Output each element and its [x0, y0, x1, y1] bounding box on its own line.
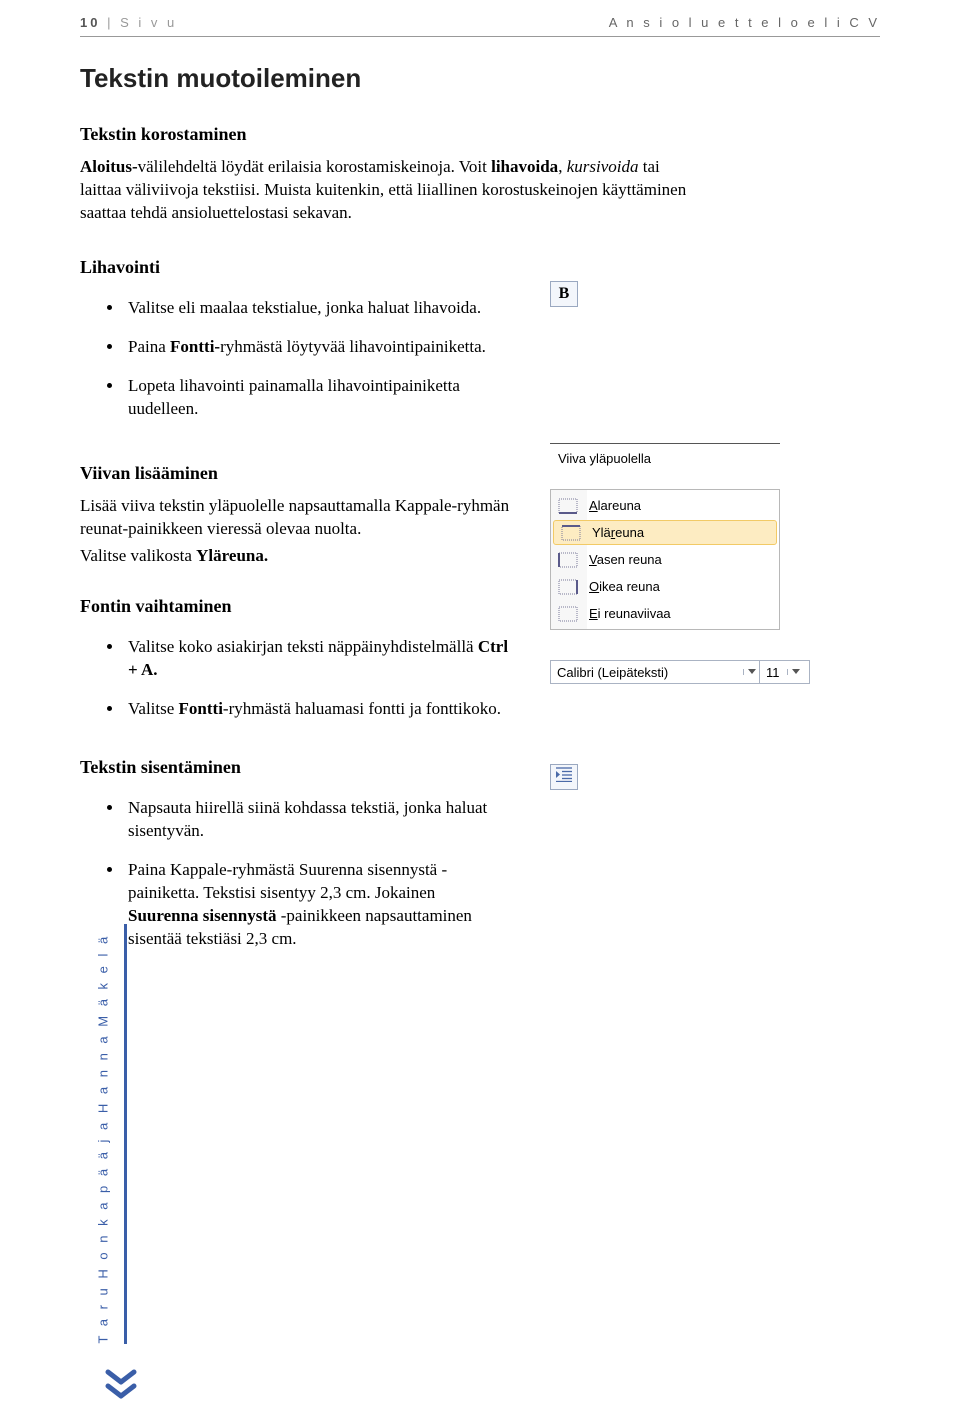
sidebar-author-block: T a r u H o n k a p ä ä j a H a n n a M …: [90, 844, 120, 1344]
page-title: Tekstin muotoileminen: [80, 61, 880, 96]
font-name-value: Calibri (Leipäteksti): [551, 664, 743, 682]
increase-indent-icon: [555, 766, 573, 789]
text-aloitus-bold: Aloitus-: [80, 157, 138, 176]
page-header: 10 | S i v u A n s i o l u e t t e l o e…: [80, 14, 880, 37]
sidebar-author: T a r u H o n k a p ä ä j a H a n n a M …: [94, 934, 112, 1344]
border-top-icon: [560, 523, 582, 543]
tooltip-text: Viiva yläpuolella: [558, 451, 651, 466]
bold-icon: B: [559, 283, 570, 305]
border-right-icon: [557, 577, 579, 597]
bold-button[interactable]: B: [550, 281, 578, 307]
list-item: Napsauta hiirellä siinä kohdassa tekstiä…: [124, 789, 510, 851]
list-item: Valitse koko asiakirjan teksti näppäinyh…: [124, 628, 510, 690]
heading-sisennys: Tekstin sisentäminen: [80, 755, 510, 779]
page-number-separator: |: [107, 15, 120, 30]
font-combo: Calibri (Leipäteksti) 11: [550, 660, 810, 684]
heading-fontti: Fontin vaihtaminen: [80, 594, 510, 618]
chevron-down-icon: [743, 669, 759, 675]
menu-item-label: Oikea reuna: [589, 578, 660, 596]
menu-item-border[interactable]: Ei reunaviivaa: [551, 600, 779, 627]
page-label: S i v u: [120, 15, 177, 30]
menu-item-border[interactable]: Yläreuna: [553, 520, 777, 545]
menu-item-label: Vasen reuna: [589, 551, 662, 569]
paragraph-viiva-2: Valitse valikosta Yläreuna.: [80, 545, 510, 568]
heading-lihavointi: Lihavointi: [80, 255, 510, 279]
list-item: Lopeta lihavointi painamalla lihavointip…: [124, 367, 510, 429]
font-size-value: 11: [766, 664, 787, 682]
document-title: A n s i o l u e t t e l o e l i C V: [609, 14, 880, 32]
list-fontti: Valitse koko asiakirjan teksti näppäinyh…: [80, 628, 510, 729]
border-none-icon: [557, 604, 579, 624]
list-lihavointi: Valitse eli maalaa tekstialue, jonka hal…: [80, 289, 510, 429]
list-item: Valitse eli maalaa tekstialue, jonka hal…: [124, 289, 510, 328]
list-item: Paina Fontti-ryhmästä löytyvää lihavoint…: [124, 328, 510, 367]
font-size-dropdown[interactable]: 11: [760, 660, 810, 684]
paragraph-korostaminen: Aloitus-välilehdeltä löydät erilaisia ko…: [80, 156, 700, 225]
increase-indent-button[interactable]: [550, 764, 578, 790]
menu-item-border[interactable]: Vasen reuna: [551, 546, 779, 573]
tooltip-line-above: Viiva yläpuolella: [550, 443, 780, 470]
borders-menu[interactable]: Alareuna Yläreuna Vasen reuna Oikea reuna Ei…: [550, 489, 780, 630]
font-name-dropdown[interactable]: Calibri (Leipäteksti): [550, 660, 760, 684]
menu-item-border[interactable]: Alareuna: [551, 492, 779, 519]
menu-item-label: Yläreuna: [592, 524, 644, 542]
paragraph-viiva-1: Lisää viiva tekstin yläpuolelle napsautt…: [80, 495, 510, 541]
page-number-block: 10 | S i v u: [80, 14, 177, 32]
sidebar-accent-bar: [124, 924, 127, 1344]
heading-viiva: Viivan lisääminen: [80, 461, 510, 485]
border-bottom-icon: [557, 496, 579, 516]
list-item: Paina Kappale-ryhmästä Suurenna sisennys…: [124, 851, 510, 959]
list-item: Valitse Fontti-ryhmästä haluamasi fontti…: [124, 690, 510, 729]
list-sisennys: Napsauta hiirellä siinä kohdassa tekstiä…: [80, 789, 510, 959]
page-number: 10: [80, 15, 100, 30]
chevron-down-icon: [787, 669, 803, 675]
heading-korostaminen: Tekstin korostaminen: [80, 122, 880, 146]
menu-item-label: Ei reunaviivaa: [589, 605, 671, 623]
border-left-icon: [557, 550, 579, 570]
menu-item-border[interactable]: Oikea reuna: [551, 573, 779, 600]
menu-item-label: Alareuna: [589, 497, 641, 515]
chevron-down-double-icon: [104, 1368, 138, 1404]
